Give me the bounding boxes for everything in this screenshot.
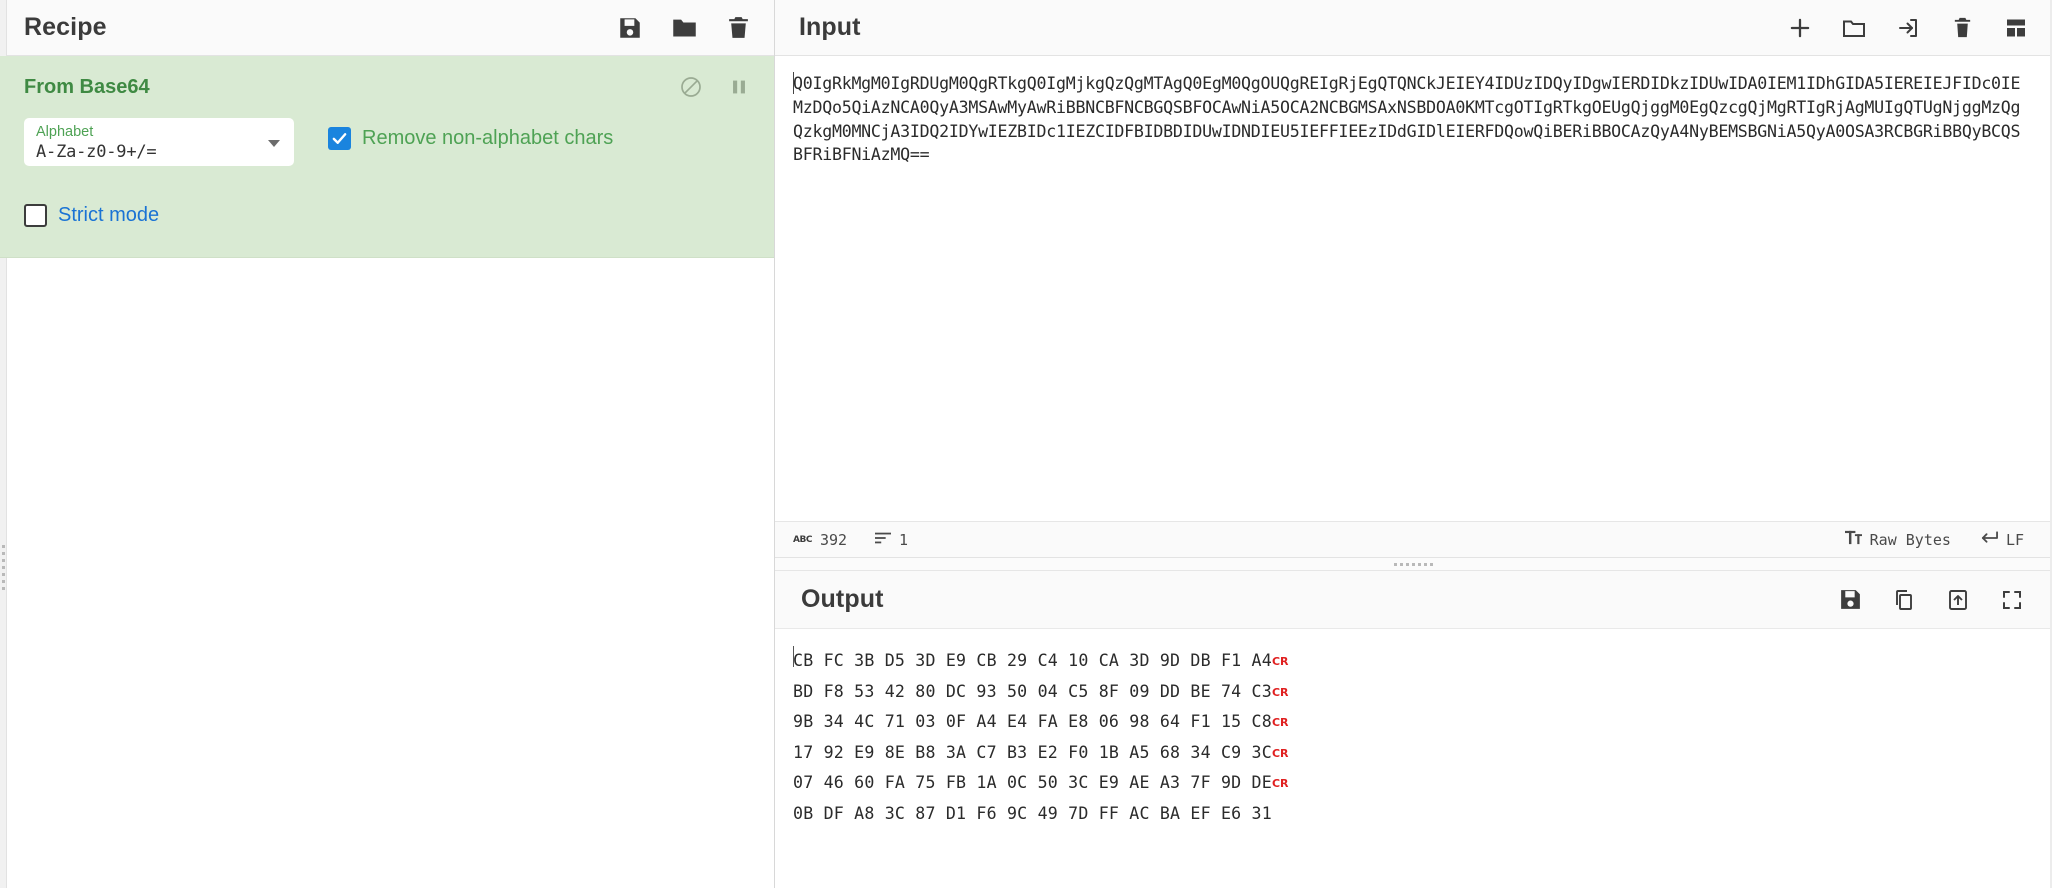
remove-non-alphabet-chars-checkbox[interactable]: Remove non-alphabet chars [328, 127, 613, 150]
hexdump-bytes: 17 92 E9 8E B8 3A C7 B3 E2 F0 1B A5 68 3… [793, 742, 1272, 762]
hexdump-bytes: 9B 34 4C 71 03 0F A4 E4 FA E8 06 98 64 F… [793, 712, 1272, 731]
output-title: Output [801, 585, 884, 613]
input-lines-value: 1 [899, 530, 909, 549]
hexdump-line: CB FC 3B D5 3D E9 CB 29 C4 10 CA 3D 9D D… [793, 646, 2052, 677]
strict-mode-label: Strict mode [58, 204, 160, 226]
hexdump-bytes: CB FC 3B D5 3D E9 CB 29 C4 10 CA 3D 9D D… [793, 651, 1272, 670]
alphabet-label: Alphabet [36, 124, 94, 140]
clear-input-icon[interactable] [1948, 14, 1976, 42]
hexdump-bytes: 0B DF A8 3C 87 D1 F6 9C 49 7D FF AC BA E… [793, 803, 1272, 823]
hexdump-bytes: BD F8 53 42 80 DC 93 50 04 C5 8F 09 DD B… [793, 681, 1272, 701]
abc-length-icon: ABC [793, 534, 812, 545]
checkbox-checked-icon[interactable] [328, 127, 351, 150]
recipe-header: Recipe [0, 0, 774, 56]
io-horizontal-splitter[interactable] [775, 558, 2052, 571]
input-text[interactable]: Q0IgRkMgM0IgRDUgM0QgRTkgQ0IgMjkgQzQgMTAg… [793, 72, 2025, 167]
hexdump-line: 17 92 E9 8E B8 3A C7 B3 E2 F0 1B A5 68 3… [793, 738, 2052, 769]
output-pane: Output CB FC 3B D5 3D E9 CB 29 C4 10 CA … [775, 571, 2052, 888]
disable-operation-icon[interactable] [678, 74, 704, 100]
recipe-header-icons [616, 14, 752, 42]
input-title: Input [799, 13, 861, 41]
save-recipe-icon[interactable] [616, 14, 644, 42]
carriage-return-marker: CR [1271, 716, 1289, 729]
chevron-down-icon[interactable] [268, 140, 280, 147]
input-charset-status[interactable]: Raw Bytes [1844, 530, 1951, 549]
operation-arguments: Alphabet A-Za-z0-9+/= Remove non-alphabe… [24, 118, 752, 166]
hexdump-bytes: 07 46 60 FA 75 FB 1A 0C 50 3C E9 AE A3 7… [793, 773, 1272, 792]
io-column: Input Q0IgRkMgM0IgRDUgM0QgRTkgQ0IgMjkgQz… [775, 0, 2052, 888]
recipe-pane: Recipe From Base64 Alphabet A-Za-z0-9+/=… [0, 0, 775, 888]
copy-output-icon[interactable] [1890, 586, 1918, 614]
checkbox-unchecked-icon[interactable] [24, 204, 47, 227]
pause-breakpoint-icon[interactable] [726, 74, 752, 100]
add-input-tab-icon[interactable] [1786, 14, 1814, 42]
input-length-status: ABC 392 [793, 531, 847, 549]
input-caret [793, 72, 794, 94]
input-status-right: Raw Bytes LF [1844, 530, 2042, 549]
alphabet-value: A-Za-z0-9+/= [36, 142, 157, 162]
output-header-icons [1836, 586, 2026, 614]
enter-key-icon [1979, 530, 1998, 549]
carriage-return-marker: CR [1271, 655, 1289, 668]
open-file-as-input-icon[interactable] [1894, 14, 1922, 42]
input-header: Input [775, 0, 2052, 56]
input-status-bar: ABC 392 1 Raw Bytes LF [775, 521, 2052, 557]
carriage-return-marker: CR [1271, 746, 1289, 760]
font-size-icon [1844, 530, 1862, 549]
output-header: Output [775, 571, 2052, 629]
operation-name: From Base64 [24, 75, 150, 98]
output-caret [793, 646, 794, 667]
operation-title-row: From Base64 [24, 72, 752, 102]
input-header-icons [1786, 14, 2030, 42]
replace-input-with-output-icon[interactable] [1944, 586, 1972, 614]
reset-pane-layout-icon[interactable] [2002, 14, 2030, 42]
input-lines-status: 1 [875, 531, 908, 549]
operation-controls [678, 74, 752, 100]
cyberchef-app: Recipe From Base64 Alphabet A-Za-z0-9+/=… [0, 0, 2052, 888]
clear-recipe-icon[interactable] [724, 14, 752, 42]
strict-mode-checkbox[interactable]: Strict mode [24, 204, 752, 227]
hexdump-line: 0B DF A8 3C 87 D1 F6 9C 49 7D FF AC BA E… [793, 799, 2052, 829]
recipe-operation-from-base64[interactable]: From Base64 Alphabet A-Za-z0-9+/= Remove… [0, 56, 774, 258]
hexdump-line: BD F8 53 42 80 DC 93 50 04 C5 8F 09 DD B… [793, 677, 2052, 708]
input-charset-value: Raw Bytes [1869, 530, 1951, 549]
input-editor[interactable]: Q0IgRkMgM0IgRDUgM0QgRTkgQ0IgMjkgQzQgMTAg… [775, 56, 2052, 521]
output-body[interactable]: CB FC 3B D5 3D E9 CB 29 C4 10 CA 3D 9D D… [775, 629, 2052, 888]
load-recipe-icon[interactable] [670, 14, 698, 42]
save-output-icon[interactable] [1836, 586, 1864, 614]
line-count-icon [875, 531, 892, 549]
carriage-return-marker: CR [1271, 685, 1289, 699]
recipe-operation-list[interactable]: From Base64 Alphabet A-Za-z0-9+/= Remove… [0, 56, 774, 888]
output-hexdump[interactable]: CB FC 3B D5 3D E9 CB 29 C4 10 CA 3D 9D D… [793, 646, 2052, 828]
carriage-return-marker: CR [1271, 777, 1289, 790]
open-folder-as-input-icon[interactable] [1840, 14, 1868, 42]
recipe-title: Recipe [24, 13, 107, 41]
remove-non-alphabet-chars-label: Remove non-alphabet chars [362, 127, 614, 149]
hexdump-line: 9B 34 4C 71 03 0F A4 E4 FA E8 06 98 64 F… [793, 707, 2052, 738]
hexdump-line: 07 46 60 FA 75 FB 1A 0C 50 3C E9 AE A3 7… [793, 768, 2052, 799]
input-pane: Input Q0IgRkMgM0IgRDUgM0QgRTkgQ0IgMjkgQz… [775, 0, 2052, 558]
input-eol-status[interactable]: LF [1979, 530, 2024, 549]
splitter-grip[interactable] [2, 545, 5, 590]
maximise-output-icon[interactable] [1998, 586, 2026, 614]
input-eol-value: LF [2005, 530, 2024, 549]
input-length-value: 392 [819, 530, 848, 549]
alphabet-select[interactable]: Alphabet A-Za-z0-9+/= [24, 118, 294, 166]
